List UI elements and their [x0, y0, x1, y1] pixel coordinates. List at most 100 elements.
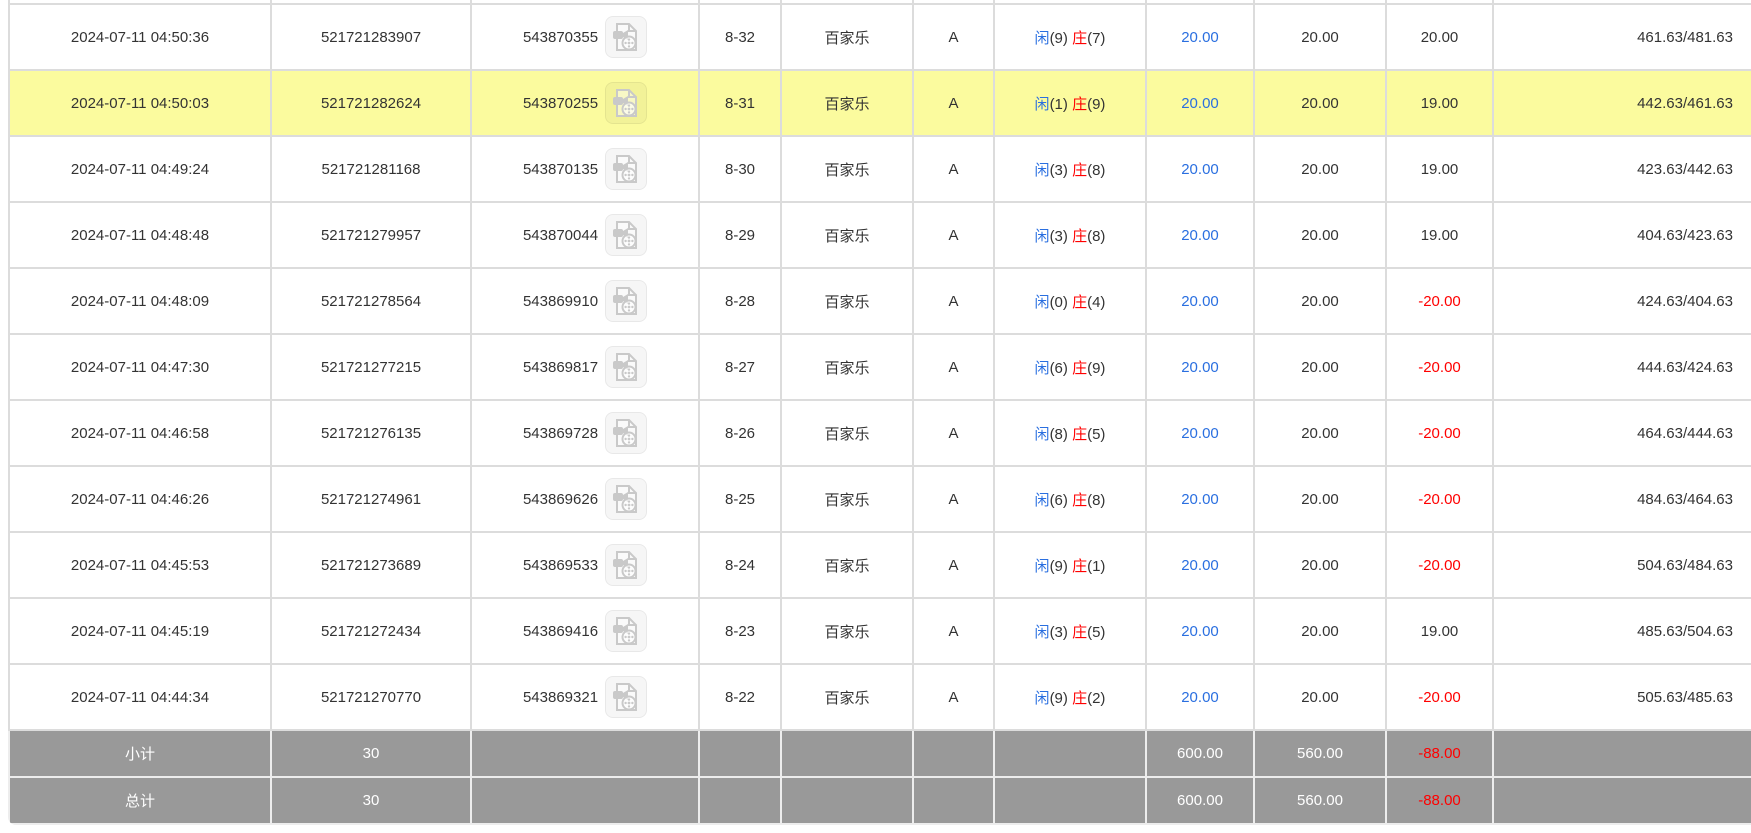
table-name-cell: A — [913, 4, 994, 70]
bet-records-table: 2024-07-11 04:50:36 521721283907 5438703… — [8, 0, 1751, 825]
video-playback-button[interactable] — [605, 148, 647, 190]
video-playback-button[interactable] — [605, 676, 647, 718]
banker-result-score: (4) — [1087, 294, 1105, 311]
records-tbody: 2024-07-11 04:50:36 521721283907 5438703… — [9, 0, 1751, 730]
player-result-score: (6) — [1050, 360, 1068, 377]
round-cell: 8-27 — [699, 334, 781, 400]
video-record-icon — [612, 484, 640, 514]
win-loss-cell: 19.00 — [1386, 598, 1493, 664]
balance-cell: 424.63/404.63 — [1493, 268, 1751, 334]
bet-amount-link[interactable]: 20.00 — [1181, 425, 1219, 442]
round-cell: 8-32 — [699, 4, 781, 70]
bet-amount-link[interactable]: 20.00 — [1181, 491, 1219, 508]
bet-amount-cell: 20.00 — [1146, 202, 1254, 268]
video-playback-button[interactable] — [605, 280, 647, 322]
video-playback-button[interactable] — [605, 16, 647, 58]
record-row[interactable]: 2024-07-11 04:45:53 521721273689 5438695… — [9, 532, 1751, 598]
bet-amount-link[interactable]: 20.00 — [1181, 359, 1219, 376]
video-record-icon — [612, 418, 640, 448]
bet-amount-cell: 20.00 — [1146, 400, 1254, 466]
record-row[interactable]: 2024-07-11 04:46:58 521721276135 5438697… — [9, 400, 1751, 466]
video-record-icon — [612, 220, 640, 250]
total-valid: 560.00 — [1254, 777, 1386, 824]
order-id-cell: 521721277215 — [271, 334, 471, 400]
banker-result-score: (5) — [1087, 426, 1105, 443]
banker-result-score: (1) — [1087, 558, 1105, 575]
order-id-cell: 521721270770 — [271, 664, 471, 730]
game-type-cell: 百家乐 — [781, 664, 913, 730]
video-playback-button[interactable] — [605, 478, 647, 520]
total-win-loss: -88.00 — [1386, 777, 1493, 824]
bet-amount-cell: 20.00 — [1146, 268, 1254, 334]
time-cell: 2024-07-11 04:49:24 — [9, 136, 271, 202]
round-cell: 8-25 — [699, 466, 781, 532]
record-row[interactable]: 2024-07-11 04:49:24 521721281168 5438701… — [9, 136, 1751, 202]
order-id-cell: 521721279957 — [271, 202, 471, 268]
player-result-score: (3) — [1050, 162, 1068, 179]
record-row[interactable]: 2024-07-11 04:50:36 521721283907 5438703… — [9, 4, 1751, 70]
player-result-score: (3) — [1050, 624, 1068, 641]
result-cell: 闲(9) 庄(7) — [994, 4, 1146, 70]
banker-result-label: 庄 — [1072, 558, 1087, 575]
result-cell: 闲(3) 庄(8) — [994, 202, 1146, 268]
round-cell: 8-30 — [699, 136, 781, 202]
video-playback-button[interactable] — [605, 214, 647, 256]
time-cell: 2024-07-11 04:46:58 — [9, 400, 271, 466]
round-cell: 8-28 — [699, 268, 781, 334]
balance-cell: 404.63/423.63 — [1493, 202, 1751, 268]
bet-records-table-container: 2024-07-11 04:50:36 521721283907 5438703… — [8, 0, 1751, 825]
game-id-value: 543869910 — [523, 293, 598, 310]
game-type-cell: 百家乐 — [781, 268, 913, 334]
subtotal-bet: 600.00 — [1146, 730, 1254, 777]
record-row[interactable]: 2024-07-11 04:48:09 521721278564 5438699… — [9, 268, 1751, 334]
win-loss-cell: 20.00 — [1386, 4, 1493, 70]
record-row[interactable]: 2024-07-11 04:48:48 521721279957 5438700… — [9, 202, 1751, 268]
result-cell: 闲(6) 庄(9) — [994, 334, 1146, 400]
player-result-score: (6) — [1050, 492, 1068, 509]
bet-amount-cell: 20.00 — [1146, 70, 1254, 136]
record-row[interactable]: 2024-07-11 04:50:03 521721282624 5438702… — [9, 70, 1751, 136]
video-record-icon — [612, 616, 640, 646]
record-row[interactable]: 2024-07-11 04:44:34 521721270770 5438693… — [9, 664, 1751, 730]
balance-cell: 485.63/504.63 — [1493, 598, 1751, 664]
result-cell: 闲(9) 庄(2) — [994, 664, 1146, 730]
video-playback-button[interactable] — [605, 412, 647, 454]
bet-amount-link[interactable]: 20.00 — [1181, 557, 1219, 574]
player-result-score: (9) — [1050, 30, 1068, 47]
time-cell: 2024-07-11 04:50:03 — [9, 70, 271, 136]
player-result-label: 闲 — [1035, 426, 1050, 443]
game-type-cell: 百家乐 — [781, 466, 913, 532]
video-playback-button[interactable] — [605, 610, 647, 652]
time-cell: 2024-07-11 04:50:36 — [9, 4, 271, 70]
record-row[interactable]: 2024-07-11 04:47:30 521721277215 5438698… — [9, 334, 1751, 400]
game-id-value: 543869626 — [523, 491, 598, 508]
result-cell: 闲(9) 庄(1) — [994, 532, 1146, 598]
record-row[interactable]: 2024-07-11 04:45:19 521721272434 5438694… — [9, 598, 1751, 664]
time-cell: 2024-07-11 04:45:53 — [9, 532, 271, 598]
banker-result-label: 庄 — [1072, 360, 1087, 377]
game-id-cell: 543869416 — [471, 598, 699, 664]
bet-amount-link[interactable]: 20.00 — [1181, 95, 1219, 112]
bet-amount-link[interactable]: 20.00 — [1181, 29, 1219, 46]
balance-cell: 504.63/484.63 — [1493, 532, 1751, 598]
player-result-label: 闲 — [1035, 558, 1050, 575]
bet-amount-link[interactable]: 20.00 — [1181, 161, 1219, 178]
record-row[interactable]: 2024-07-11 04:46:26 521721274961 5438696… — [9, 466, 1751, 532]
bet-amount-link[interactable]: 20.00 — [1181, 623, 1219, 640]
bet-amount-link[interactable]: 20.00 — [1181, 227, 1219, 244]
video-playback-button[interactable] — [605, 82, 647, 124]
banker-result-score: (9) — [1087, 96, 1105, 113]
video-playback-button[interactable] — [605, 346, 647, 388]
game-id-value: 543870135 — [523, 161, 598, 178]
game-type-cell: 百家乐 — [781, 136, 913, 202]
player-result-label: 闲 — [1035, 96, 1050, 113]
video-playback-button[interactable] — [605, 544, 647, 586]
game-id-cell: 543869728 — [471, 400, 699, 466]
game-type-cell: 百家乐 — [781, 400, 913, 466]
valid-amount-cell: 20.00 — [1254, 202, 1386, 268]
bet-amount-link[interactable]: 20.00 — [1181, 689, 1219, 706]
order-id-cell: 521721274961 — [271, 466, 471, 532]
valid-amount-cell: 20.00 — [1254, 268, 1386, 334]
banker-result-label: 庄 — [1072, 690, 1087, 707]
bet-amount-link[interactable]: 20.00 — [1181, 293, 1219, 310]
